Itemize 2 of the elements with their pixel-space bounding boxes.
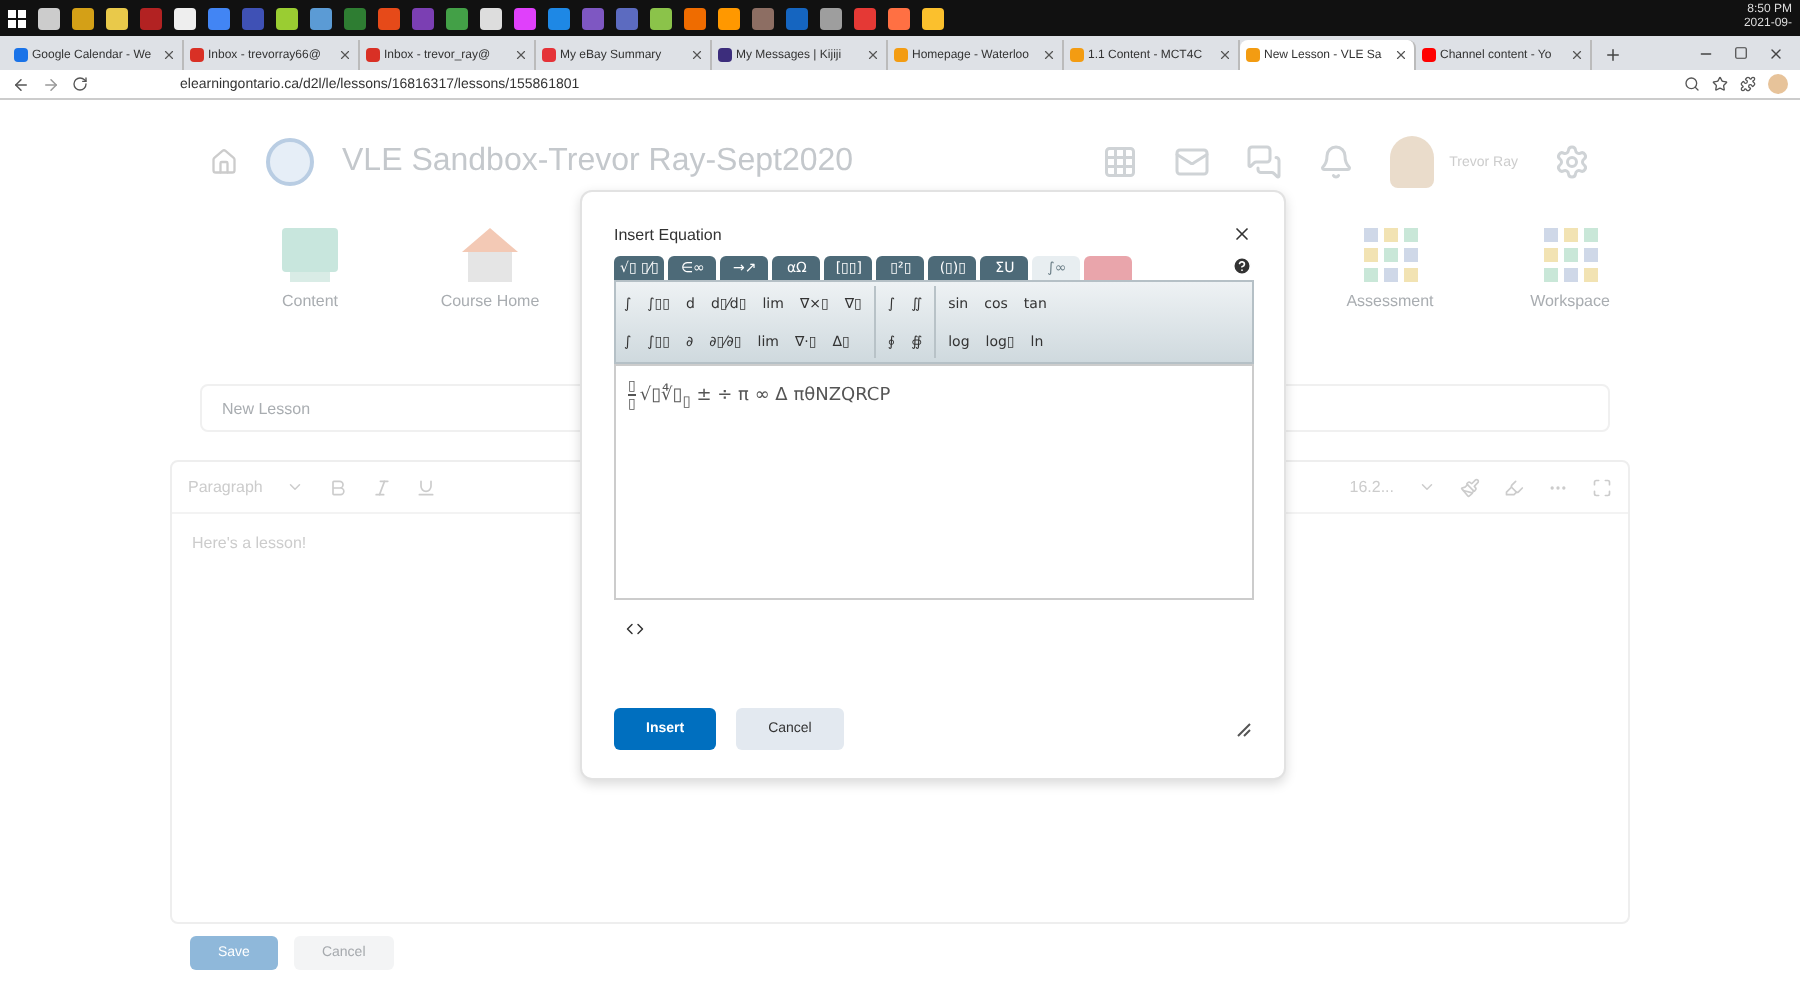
course-title: VLE Sandbox-Trevor Ray-Sept2020 bbox=[342, 144, 854, 180]
dialog-title: Insert Equation bbox=[614, 225, 722, 243]
